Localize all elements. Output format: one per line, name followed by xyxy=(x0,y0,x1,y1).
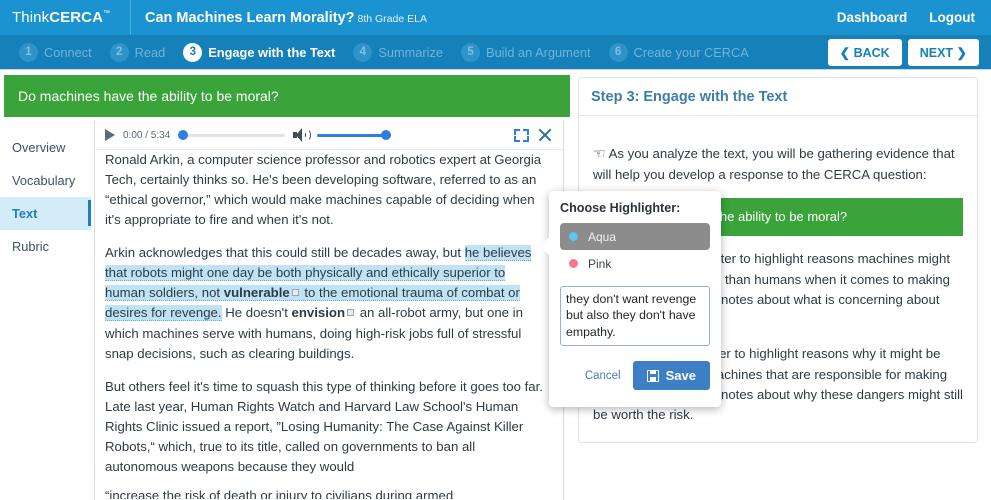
speaker-wave-2 xyxy=(304,129,312,141)
step-5-number: 5 xyxy=(461,42,481,62)
play-icon[interactable] xyxy=(105,129,115,141)
article-paragraph-2: Arkin acknowledges that this could still… xyxy=(105,243,549,363)
step-2-number: 2 xyxy=(109,42,129,62)
article-text[interactable]: Ronald Arkin, a computer science profess… xyxy=(95,150,563,499)
instructions-header-text: Step 3: Engage with the Text xyxy=(591,88,788,105)
highlighter-option-pink-label: Pink xyxy=(588,256,612,271)
instructions-intro-text: As you analyze the text, you will be gat… xyxy=(593,146,955,182)
dashboard-link[interactable]: Dashboard xyxy=(837,10,908,25)
sidenav-item-vocabulary[interactable]: Vocabulary xyxy=(0,164,91,197)
aqua-color-dot-icon xyxy=(569,232,578,241)
article-p2-pre: Arkin acknowledges that this could still… xyxy=(105,245,465,261)
expand-corner-br xyxy=(523,135,530,142)
sidenav-item-rubric[interactable]: Rubric xyxy=(0,230,91,263)
instructions-header: Step 3: Engage with the Text xyxy=(579,78,977,116)
step-6-label: Create your CERCA xyxy=(633,44,749,60)
vocab-word-envision[interactable]: envision xyxy=(292,305,346,320)
reader-panel: 0:00 / 5:34 Ronald Arkin, a computer sci… xyxy=(94,121,564,500)
expand-corner-tr xyxy=(523,128,530,135)
expand-corner-tl xyxy=(514,128,521,135)
step-3-engage-with-the-text[interactable]: 3 Engage with the Text xyxy=(174,42,344,62)
step-4-summarize[interactable]: 4 Summarize xyxy=(344,42,452,62)
step-4-number: 4 xyxy=(353,42,373,62)
floppy-disk-icon xyxy=(646,369,659,382)
sidenav-label-vocabulary: Vocabulary xyxy=(12,173,76,188)
highlighter-popover: Choose Highlighter: Aqua Pink Cancel Sav… xyxy=(540,191,721,407)
article-p2-mid: He doesn't xyxy=(221,305,292,321)
document-title: Can Machines Learn Morality? 8th Grade EL… xyxy=(131,10,427,26)
vocab-marker-icon[interactable] xyxy=(291,289,299,297)
speaker-icon[interactable] xyxy=(293,128,312,142)
article-paragraph-1: Ronald Arkin, a computer science profess… xyxy=(105,150,549,230)
save-button[interactable]: Save xyxy=(632,361,710,390)
document-subtitle: 8th Grade ELA xyxy=(357,12,427,25)
highlighter-option-aqua[interactable]: Aqua xyxy=(560,223,710,250)
seek-slider[interactable] xyxy=(178,130,286,140)
step-1-number: 1 xyxy=(19,42,38,62)
step-3-label: Engage with the Text xyxy=(208,44,336,60)
highlighter-option-pink[interactable]: Pink xyxy=(560,250,710,277)
expand-icon[interactable] xyxy=(514,128,530,142)
left-body: Overview Vocabulary Text Rubric 0:00 / 5… xyxy=(0,121,574,500)
popover-actions: Cancel Save xyxy=(560,361,710,390)
logout-link[interactable]: Logout xyxy=(929,10,975,25)
reader-sidenav: Overview Vocabulary Text Rubric xyxy=(0,121,91,500)
steps-bar: 1 Connect 2 Read 3 Engage with the Text … xyxy=(0,35,991,70)
logo-text-light: Think xyxy=(12,9,50,26)
sidenav-label-text: Text xyxy=(12,206,38,221)
vocab-marker-icon-2[interactable] xyxy=(347,309,355,317)
pink-color-dot-icon xyxy=(569,259,578,268)
highlight-note-input[interactable] xyxy=(560,286,710,346)
sidenav-item-overview[interactable]: Overview xyxy=(0,131,91,164)
next-button[interactable]: NEXT ❯ xyxy=(907,38,979,66)
step-6-create-your-cerca[interactable]: 6 Create your CERCA xyxy=(600,42,758,62)
step-5-build-an-argument[interactable]: 5 Build an Argument xyxy=(452,42,600,62)
article-p1-text: Ronald Arkin, a computer science profess… xyxy=(105,152,542,228)
step-2-read[interactable]: 2 Read xyxy=(101,42,175,62)
step-1-connect[interactable]: 1 Connect xyxy=(10,42,101,62)
highlighter-option-aqua-label: Aqua xyxy=(588,229,617,244)
volume-knob[interactable] xyxy=(381,130,392,140)
expand-corner-bl xyxy=(514,135,521,142)
step-6-number: 6 xyxy=(608,42,628,62)
article-paragraph-3: But others feel it's time to squash this… xyxy=(105,377,549,477)
sidenav-item-text[interactable]: Text xyxy=(0,197,91,230)
close-icon[interactable] xyxy=(537,127,553,143)
pointing-hand-icon: ☜ xyxy=(593,145,606,161)
volume-slider[interactable] xyxy=(317,130,392,140)
seek-knob[interactable] xyxy=(178,130,189,140)
step-2-label: Read xyxy=(134,44,166,60)
top-bar: ThinkCERCA™ Can Machines Learn Morality?… xyxy=(0,0,991,35)
left-column: Do machines have the ability to be moral… xyxy=(0,71,574,500)
cancel-button[interactable]: Cancel xyxy=(585,370,621,382)
app-root: ThinkCERCA™ Can Machines Learn Morality?… xyxy=(0,0,991,500)
sidenav-label-overview: Overview xyxy=(12,140,66,155)
audio-player: 0:00 / 5:34 xyxy=(95,121,563,150)
cerca-question-banner: Do machines have the ability to be moral… xyxy=(4,75,570,117)
instructions-intro: ☜ As you analyze the text, you will be ga… xyxy=(593,143,963,185)
save-button-label: Save xyxy=(665,368,696,383)
article-p4-text: “increase the risk of death or injury to… xyxy=(105,487,454,499)
step-1-label: Connect xyxy=(44,44,92,60)
step-5-label: Build an Argument xyxy=(486,44,591,60)
steps-list: 1 Connect 2 Read 3 Engage with the Text … xyxy=(0,42,758,62)
logo-text-bold: CERCA xyxy=(49,9,104,26)
topbar-links: Dashboard Logout xyxy=(837,10,991,25)
step-nav-buttons: ❮ BACK NEXT ❯ xyxy=(827,38,991,66)
player-time: 0:00 / 5:34 xyxy=(123,129,171,141)
logo-trademark: ™ xyxy=(103,10,111,17)
back-button[interactable]: ❮ BACK xyxy=(827,38,902,66)
document-title-text: Can Machines Learn Morality? xyxy=(145,9,355,26)
popover-title: Choose Highlighter: xyxy=(560,201,681,215)
vocab-word-vulnerable[interactable]: vulnerable xyxy=(224,285,290,300)
thinkcerca-logo[interactable]: ThinkCERCA™ xyxy=(0,9,130,26)
cerca-question-text: Do machines have the ability to be moral… xyxy=(18,88,279,104)
article-p3-text: But others feel it's time to squash this… xyxy=(105,378,543,474)
sidenav-label-rubric: Rubric xyxy=(12,239,49,254)
article-paragraph-4: “increase the risk of death or injury to… xyxy=(105,486,549,499)
step-3-number: 3 xyxy=(183,42,203,62)
step-4-label: Summarize xyxy=(378,44,444,60)
